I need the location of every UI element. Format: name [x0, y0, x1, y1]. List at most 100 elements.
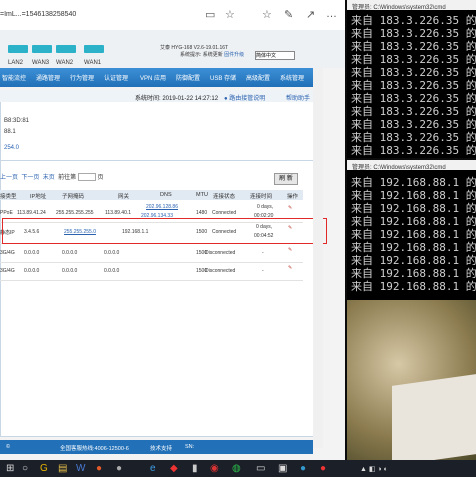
- prev-page-link[interactable]: 上一页: [0, 175, 18, 181]
- app-icon[interactable]: ▮: [192, 463, 198, 474]
- col-header: MTU: [196, 192, 208, 198]
- nav-item[interactable]: USB 存储: [210, 73, 236, 82]
- url-text[interactable]: =ImL...=1546138258540: [0, 11, 76, 18]
- nav-item[interactable]: 高级配置: [246, 73, 270, 82]
- col-header: 接类型: [0, 194, 17, 200]
- col-header: 操作: [287, 194, 299, 200]
- cell-time: -: [262, 250, 264, 256]
- info-line: 88.1: [4, 129, 16, 135]
- console-line: 来自 192.168.88.1 的回复: 字: [351, 280, 476, 293]
- app-icon[interactable]: ▭: [256, 463, 265, 474]
- language-select[interactable]: 简体中文: [255, 51, 295, 60]
- cell-mask: 0.0.0.0: [62, 268, 78, 274]
- cell-ip: 0.0.0.0: [24, 268, 40, 274]
- app-icon[interactable]: ●: [300, 463, 306, 474]
- cell-time: -: [262, 268, 264, 274]
- device-model: 艾泰 HYG-168 V2.6-19.01.16T: [160, 45, 229, 51]
- cell-ip: 0.0.0.0: [24, 250, 40, 256]
- edit-icon[interactable]: ✎: [288, 205, 292, 211]
- last-page-link[interactable]: 末页: [43, 175, 55, 181]
- nav-item[interactable]: 防御配置: [176, 73, 200, 82]
- info-line: 254.0: [4, 145, 20, 151]
- explorer-icon[interactable]: ▤: [58, 463, 67, 474]
- share-icon[interactable]: ↗: [306, 8, 315, 21]
- cell-dns1[interactable]: 202.96.128.86: [146, 204, 178, 210]
- wechat-icon[interactable]: ◍: [232, 463, 241, 474]
- cell-gateway: 0.0.0.0: [104, 250, 120, 256]
- system-time: 系统时间: 2019-01-22 14:27:12: [135, 96, 219, 102]
- edge-icon[interactable]: e: [150, 463, 156, 474]
- cell-type: 3G/4G: [0, 250, 15, 256]
- favorite-star-icon[interactable]: ☆: [225, 8, 235, 21]
- windows-icon[interactable]: ⊞: [6, 463, 14, 474]
- row-divider: [0, 262, 303, 263]
- cell-mask: 255.255.255.255: [56, 210, 94, 216]
- wizard-link[interactable]: ● 路由接管说明: [224, 93, 265, 102]
- cell-mask: 0.0.0.0: [62, 250, 78, 256]
- pen-icon[interactable]: ✎: [284, 8, 293, 21]
- col-header: 网关: [118, 194, 130, 200]
- word-icon[interactable]: W: [76, 463, 85, 474]
- port-icon: [8, 45, 28, 53]
- upgrade-link[interactable]: 固件升级: [224, 52, 244, 58]
- tray-icons[interactable]: ▲ ◧ ◑ ◐: [360, 465, 388, 473]
- nav-item[interactable]: VPN 应用: [140, 73, 166, 82]
- nav-item[interactable]: 认证管理: [104, 73, 128, 82]
- nav-item[interactable]: 行为管理: [70, 73, 94, 82]
- cell-mtu: 1480: [196, 210, 208, 216]
- cell-status: Disconnected: [205, 268, 236, 274]
- port-label: WAN2: [56, 60, 74, 66]
- nav-item[interactable]: 通路管理: [36, 73, 60, 82]
- app-icon[interactable]: ●: [320, 463, 326, 474]
- cell-gateway: 0.0.0.0: [104, 268, 120, 274]
- footer-text: ©: [6, 444, 11, 450]
- cell-time: 0 days,: [257, 204, 274, 210]
- col-header: 连接状态: [213, 194, 236, 200]
- next-page-link[interactable]: 下一页: [21, 175, 39, 181]
- chrome-icon[interactable]: G: [40, 463, 48, 474]
- video-object: [392, 374, 476, 466]
- search-icon[interactable]: ○: [22, 463, 28, 474]
- port-label: WAN1: [84, 60, 102, 66]
- port-label: WAN3: [32, 60, 50, 66]
- reader-icon[interactable]: ▭: [205, 8, 215, 21]
- console-line: 来自 183.3.226.35 的回复: 字: [351, 144, 476, 157]
- pager: 上一页 下一页 末页 前往第 页: [0, 172, 104, 182]
- col-header: IP地址: [30, 194, 47, 200]
- info-line: B8:3D:81: [4, 118, 30, 124]
- app-icon[interactable]: ◆: [170, 463, 178, 474]
- scrollbar[interactable]: [313, 68, 323, 448]
- footer-hotline: 全国客服热线:4006-12500-6: [60, 446, 129, 452]
- port-label: LAN2: [8, 60, 24, 66]
- col-header: DNS: [160, 192, 172, 198]
- cell-status: Connected: [212, 210, 237, 216]
- address-bar[interactable]: =ImL...=1546138258540: [0, 0, 345, 31]
- app-icon[interactable]: ●: [116, 463, 122, 474]
- divider: [0, 160, 313, 161]
- terminal-icon[interactable]: ▣: [278, 463, 287, 474]
- content-panel: [0, 90, 315, 437]
- port-icon: [32, 45, 52, 53]
- app-icon[interactable]: ◉: [210, 463, 219, 474]
- cell-type: 3G/4G: [0, 268, 15, 274]
- row-divider: [0, 280, 303, 281]
- col-header: 连接时间: [250, 194, 273, 200]
- highlight-box: [2, 218, 327, 244]
- edit-icon[interactable]: ✎: [288, 247, 292, 253]
- more-icon[interactable]: …: [326, 8, 337, 20]
- nav-item[interactable]: 智能流控: [2, 73, 26, 82]
- help-link[interactable]: 帮助助手: [286, 93, 310, 102]
- favorites-icon[interactable]: ☆: [262, 8, 272, 21]
- page-input[interactable]: [77, 173, 96, 182]
- cell-status: Disconnected: [205, 250, 236, 256]
- app-icon[interactable]: ●: [96, 463, 102, 474]
- page-unit: 页: [97, 175, 104, 181]
- cell-gateway: 113.89.40.1: [105, 210, 132, 216]
- cell-type: PPoE: [0, 210, 13, 216]
- firmware-info: 系统提示: 系统更新 固件升级: [180, 52, 245, 58]
- edit-icon[interactable]: ✎: [288, 265, 292, 271]
- nav-item[interactable]: 系统管理: [280, 73, 304, 82]
- refresh-button[interactable]: 刷 新: [274, 173, 298, 185]
- footer-support[interactable]: 技术支持: [150, 444, 172, 452]
- cell-ip: 113.89.41.24: [17, 210, 46, 216]
